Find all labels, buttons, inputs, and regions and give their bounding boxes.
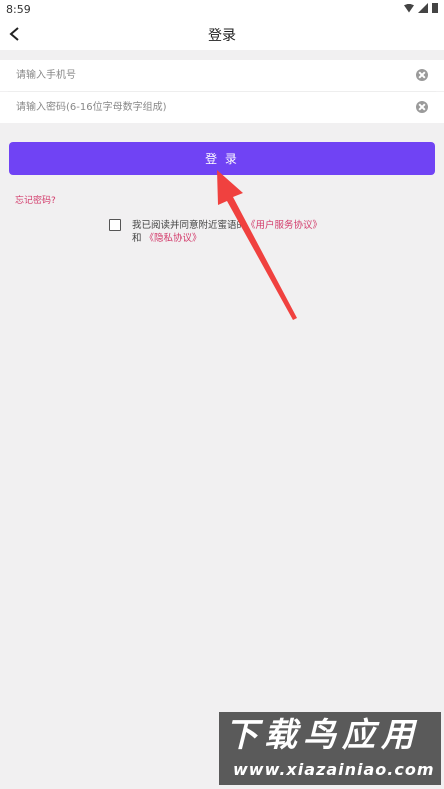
login-button[interactable]: 登 录 (9, 142, 435, 175)
agreement-checkbox[interactable] (109, 219, 121, 231)
wifi-icon (404, 3, 414, 13)
watermark: 下载鸟应用 www.xiazainiao.com (219, 712, 441, 785)
status-icons (404, 3, 438, 13)
privacy-link[interactable]: 《隐私协议》 (145, 233, 202, 244)
forgot-password-link[interactable]: 忘记密码? (15, 193, 56, 206)
agreement-text: 我已阅读并同意附近蜜语的《用户服务协议》 和 《隐私协议》 (132, 219, 332, 245)
phone-input[interactable] (16, 60, 396, 91)
phone-field (0, 60, 444, 91)
status-time: 8:59 (6, 3, 31, 16)
agreement-and: 和 (132, 233, 142, 244)
clear-icon[interactable] (416, 69, 428, 81)
status-bar: 8:59 (0, 0, 444, 18)
agreement-prefix: 我已阅读并同意附近蜜语的 (132, 220, 247, 231)
signal-icon (418, 3, 428, 13)
page-title: 登录 (208, 28, 236, 44)
password-field (0, 92, 444, 123)
annotation-arrow-icon (217, 170, 297, 320)
header-bar: 登录 (0, 18, 444, 50)
battery-icon (432, 3, 438, 13)
watermark-title: 下载鸟应用 (225, 715, 420, 754)
clear-icon[interactable] (416, 101, 428, 113)
watermark-url: www.xiazainiao.com (233, 760, 435, 779)
terms-link[interactable]: 《用户服务协议》 (246, 220, 322, 231)
password-input[interactable] (16, 92, 396, 123)
